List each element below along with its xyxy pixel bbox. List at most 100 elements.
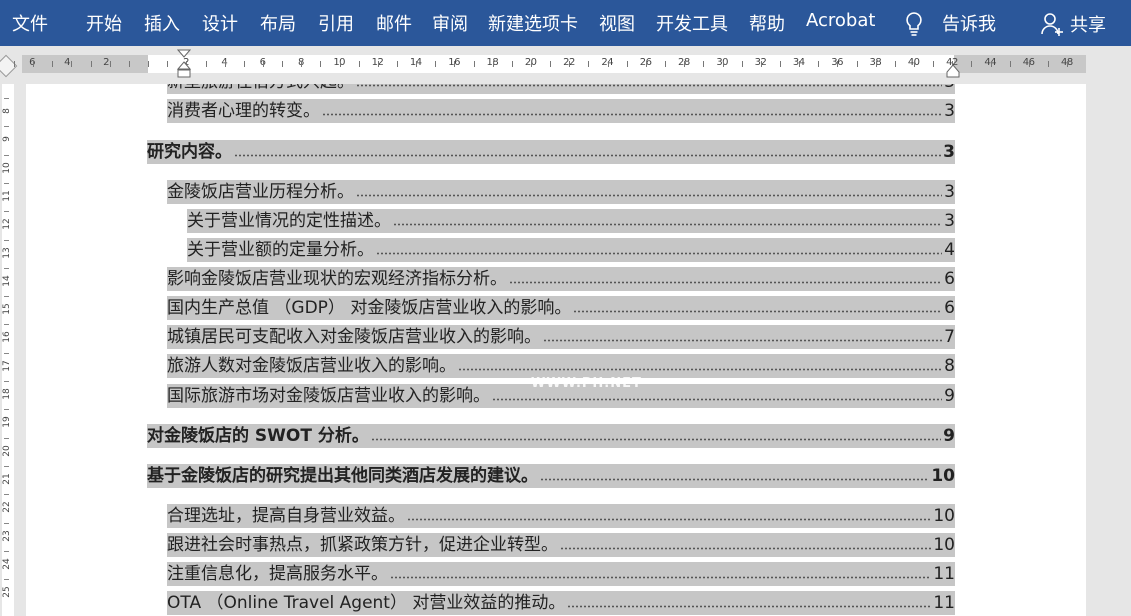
toc-page-number: 7 [944, 327, 955, 347]
tell-me-search[interactable]: 告诉我 [942, 10, 996, 36]
toc-entry[interactable]: OTA （Online Travel Agent） 对营业效益的推动。 11 [167, 591, 955, 615]
toc-entry-text: 跟进社会时事热点，抓紧政策方针，促进企业转型。 [167, 535, 558, 555]
toc-page-number: 9 [943, 426, 955, 446]
ruler-number: 4 [64, 57, 70, 68]
toc-entry[interactable]: 消费者心理的转变。 3 [167, 99, 955, 123]
vertical-ruler[interactable]: 8 9 10 11 12 13 14 15 16 17 18 19 20 21 22 23 24 25 [0, 84, 22, 616]
toc-entry[interactable]: 研究内容。 3 [147, 140, 955, 164]
toc-entry[interactable]: 基于金陵饭店的研究提出其他同类酒店发展的建议。 10 [147, 464, 955, 488]
tab-developer[interactable]: 开发工具 [656, 10, 728, 36]
toc-entry[interactable]: 对金陵饭店的 SWOT 分析。 9 [147, 424, 955, 448]
tab-view[interactable]: 视图 [599, 10, 635, 36]
vertical-ruler-number: 25 [2, 586, 12, 598]
toc-leader-dots [356, 84, 943, 87]
vertical-ruler-number: 9 [2, 136, 12, 143]
toc-page-number: 11 [933, 593, 955, 613]
toc-entry-text: 关于营业额的定量分析。 [187, 240, 374, 260]
ruler-tick [895, 61, 896, 67]
tab-insert[interactable]: 插入 [144, 10, 180, 36]
ruler-tick [282, 61, 283, 67]
vertical-ruler-tick [4, 267, 9, 269]
toc-page-number: 6 [944, 269, 955, 289]
ruler-tick [703, 61, 704, 67]
ruler-number: 2 [103, 57, 109, 68]
ruler-tick [493, 61, 494, 67]
document-page[interactable]: 新型旅游住宿方式兴起。 3 消费者心理的转变。 3 研究内容。 3 金陵饭店营业历程分析。 3… [26, 84, 1086, 616]
tab-review[interactable]: 审阅 [432, 10, 468, 36]
vertical-ruler-number: 20 [2, 444, 12, 457]
tab-references[interactable]: 引用 [318, 10, 354, 36]
tab-design[interactable]: 设计 [202, 10, 238, 36]
tab-acrobat[interactable]: Acrobat [806, 10, 875, 31]
tab-layout[interactable]: 布局 [260, 10, 296, 36]
ruler-tick [320, 61, 321, 67]
indent-marker-icon[interactable] [177, 48, 191, 82]
toc-entry[interactable]: 影响金陵饭店营业现状的宏观经济指标分析。 6 [167, 267, 955, 291]
ruler-tick [301, 61, 302, 67]
toc-page-number: 3 [944, 182, 955, 202]
toc-leader-dots [370, 438, 942, 441]
ruler-tick [684, 61, 685, 67]
vertical-ruler-number: 10 [2, 161, 12, 174]
ruler-labels: 6422468101214161820222426283032343638404… [0, 55, 1131, 73]
vertical-ruler-number: 24 [2, 558, 12, 570]
toc-entry[interactable]: 国内生产总值 （GDP） 对金陵饭店营业收入的影响。 6 [167, 296, 955, 320]
ruler-tick [435, 61, 436, 67]
toc-entry-text: 合理选址，提高自身营业效益。 [167, 506, 405, 526]
ruler-tick [799, 61, 800, 67]
ruler-tick [359, 61, 360, 67]
toc-entry[interactable]: 关于营业额的定量分析。 4 [187, 238, 955, 262]
ruler-tick [550, 61, 551, 67]
toc-leader-dots [376, 252, 943, 255]
tab-mailings[interactable]: 邮件 [376, 10, 412, 36]
toc-entry[interactable]: 合理选址，提高自身营业效益。 10 [167, 504, 955, 528]
toc-entry-text: 国内生产总值 （GDP） 对金陵饭店营业收入的影响。 [167, 298, 572, 318]
ruler-tick [1067, 61, 1068, 67]
ruler-tick [933, 61, 934, 67]
toc-entry[interactable]: 金陵饭店营业历程分析。 3 [167, 180, 955, 204]
horizontal-ruler[interactable]: 6422468101214161820222426283032343638404… [0, 46, 1131, 84]
vertical-ruler-tick [4, 352, 9, 354]
ruler-tick [608, 61, 609, 67]
toc-entry[interactable]: 旅游人数对金陵饭店营业收入的影响。 8 [167, 354, 955, 378]
right-indent-marker-icon[interactable] [946, 64, 960, 78]
vertical-ruler-tick [4, 381, 9, 382]
toc-page-number: 4 [944, 240, 955, 260]
vertical-ruler-tick [4, 296, 9, 298]
vertical-ruler-tick [4, 324, 9, 326]
ruler-tick [837, 61, 838, 67]
ruler-tick [110, 61, 111, 67]
vertical-ruler-number: 19 [2, 416, 12, 429]
watermark: WWW.PH.NET [531, 376, 642, 391]
vertical-ruler-number: 12 [2, 218, 12, 230]
ruler-tick [723, 61, 724, 67]
ruler-tick [818, 61, 819, 67]
ruler-number: 6 [29, 57, 35, 68]
toc-entry[interactable]: 跟进社会时事热点，抓紧政策方针，促进企业转型。 10 [167, 533, 955, 557]
toc-entry-text: 新型旅游住宿方式兴起。 [167, 84, 354, 92]
ruler-tick [971, 61, 972, 67]
ruler-tick [474, 61, 475, 67]
toc-entry[interactable]: 注重信息化，提高服务水平。 11 [167, 562, 955, 586]
toc-leader-dots [540, 478, 930, 481]
tab-file[interactable]: 文件 [12, 10, 48, 36]
toc-entry[interactable]: 城镇居民可支配收入对金陵饭店营业收入的影响。 7 [167, 325, 955, 349]
vertical-ruler-number: 13 [2, 246, 12, 259]
lightbulb-icon[interactable] [903, 11, 925, 37]
toc-entry[interactable]: 新型旅游住宿方式兴起。 3 [167, 84, 955, 94]
tab-new-tab[interactable]: 新建选项卡 [488, 10, 578, 36]
vertical-ruler-tick [4, 409, 9, 411]
ruler-tick [416, 61, 417, 67]
vertical-ruler-number: 22 [2, 501, 12, 513]
toc-page-number: 10 [933, 506, 955, 526]
toc-entry[interactable]: 关于营业情况的定性描述。 3 [187, 209, 955, 233]
toc-leader-dots [393, 223, 943, 226]
toc-entry-text: 研究内容。 [147, 142, 232, 162]
person-add-icon [1041, 13, 1063, 36]
ruler-tick [148, 61, 149, 67]
vertical-scroll-area[interactable] [1086, 84, 1131, 616]
tab-help[interactable]: 帮助 [749, 10, 785, 36]
vertical-ruler-number: 17 [2, 359, 12, 372]
vertical-ruler-tick [4, 522, 9, 524]
tab-home[interactable]: 开始 [86, 10, 122, 36]
